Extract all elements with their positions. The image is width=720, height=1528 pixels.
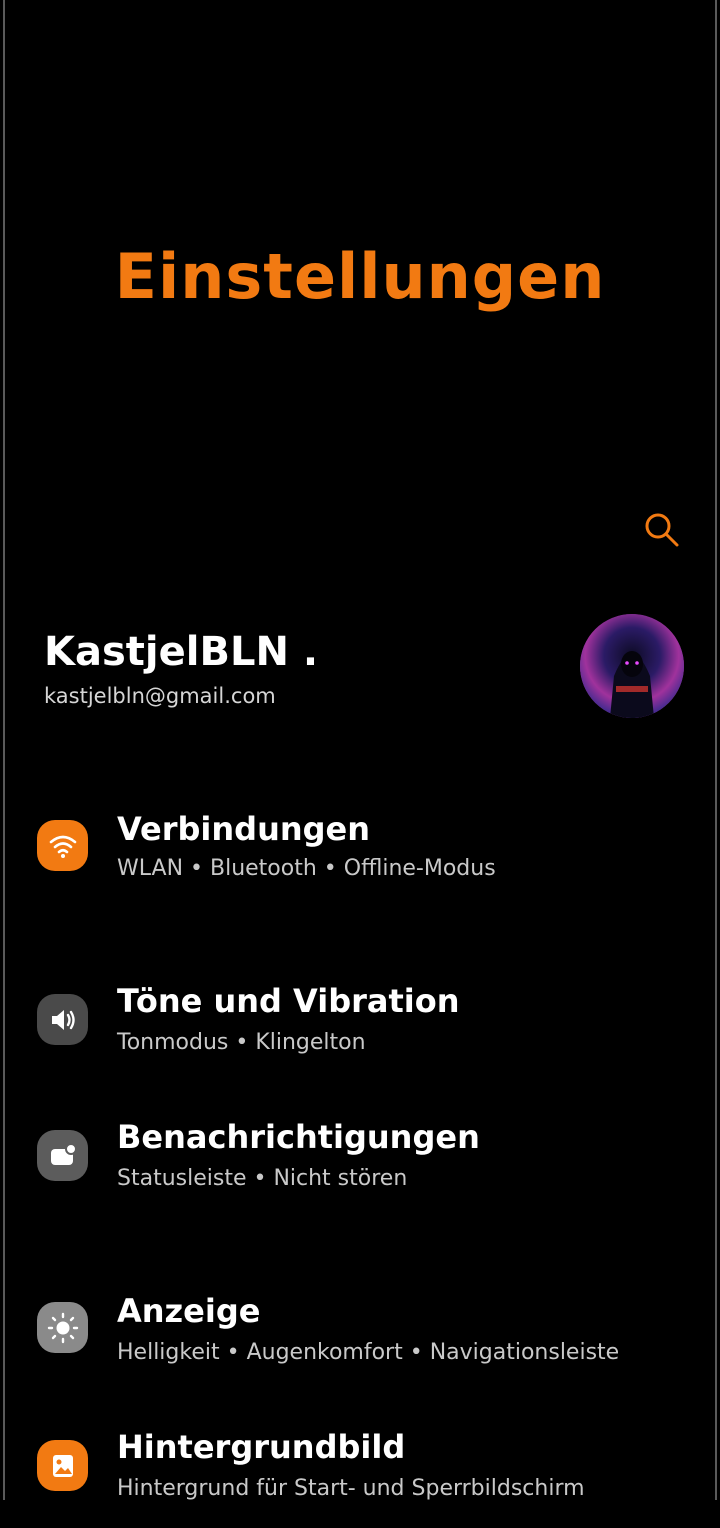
settings-item-label: Benachrichtigungen — [117, 1118, 480, 1156]
screen-edge-left — [3, 0, 5, 1500]
settings-item-display[interactable]: Anzeige Helligkeit • Augenkomfort • Navi… — [0, 1290, 720, 1390]
settings-item-connections[interactable]: Verbindungen WLAN • Bluetooth • Offline-… — [0, 806, 720, 906]
profile-card[interactable]: KastjelBLN . kastjelbln@gmail.com — [44, 622, 604, 708]
page-title: Einstellungen — [114, 240, 606, 313]
settings-item-label: Hintergrundbild — [117, 1428, 406, 1466]
wifi-icon — [37, 820, 88, 871]
settings-item-notifications[interactable]: Benachrichtigungen Statusleiste • Nicht … — [0, 1116, 720, 1216]
notification-icon — [37, 1130, 88, 1181]
profile-name: KastjelBLN . — [44, 629, 319, 675]
screen-edge-right — [715, 0, 717, 1500]
settings-item-subtitle: Hintergrund für Start- und Sperrbildschi… — [117, 1476, 585, 1501]
search-icon — [645, 513, 679, 547]
brightness-icon — [37, 1302, 88, 1353]
settings-item-label: Verbindungen — [117, 810, 371, 848]
settings-item-subtitle: WLAN • Bluetooth • Offline-Modus — [117, 856, 496, 881]
speaker-icon — [37, 994, 88, 1045]
settings-item-subtitle: Helligkeit • Augenkomfort • Navigationsl… — [117, 1340, 620, 1365]
settings-item-label: Anzeige — [117, 1292, 261, 1330]
search-button[interactable] — [640, 508, 682, 550]
avatar-image — [580, 614, 684, 718]
avatar[interactable] — [580, 614, 684, 718]
settings-item-wallpaper[interactable]: Hintergrundbild Hintergrund für Start- u… — [0, 1428, 720, 1528]
settings-item-label: Töne und Vibration — [117, 982, 460, 1020]
settings-item-subtitle: Statusleiste • Nicht stören — [117, 1166, 408, 1191]
profile-email: kastjelbln@gmail.com — [44, 684, 276, 708]
settings-item-subtitle: Tonmodus • Klingelton — [117, 1030, 366, 1055]
wallpaper-icon — [37, 1440, 88, 1491]
settings-item-sounds[interactable]: Töne und Vibration Tonmodus • Klingelton — [0, 978, 720, 1078]
